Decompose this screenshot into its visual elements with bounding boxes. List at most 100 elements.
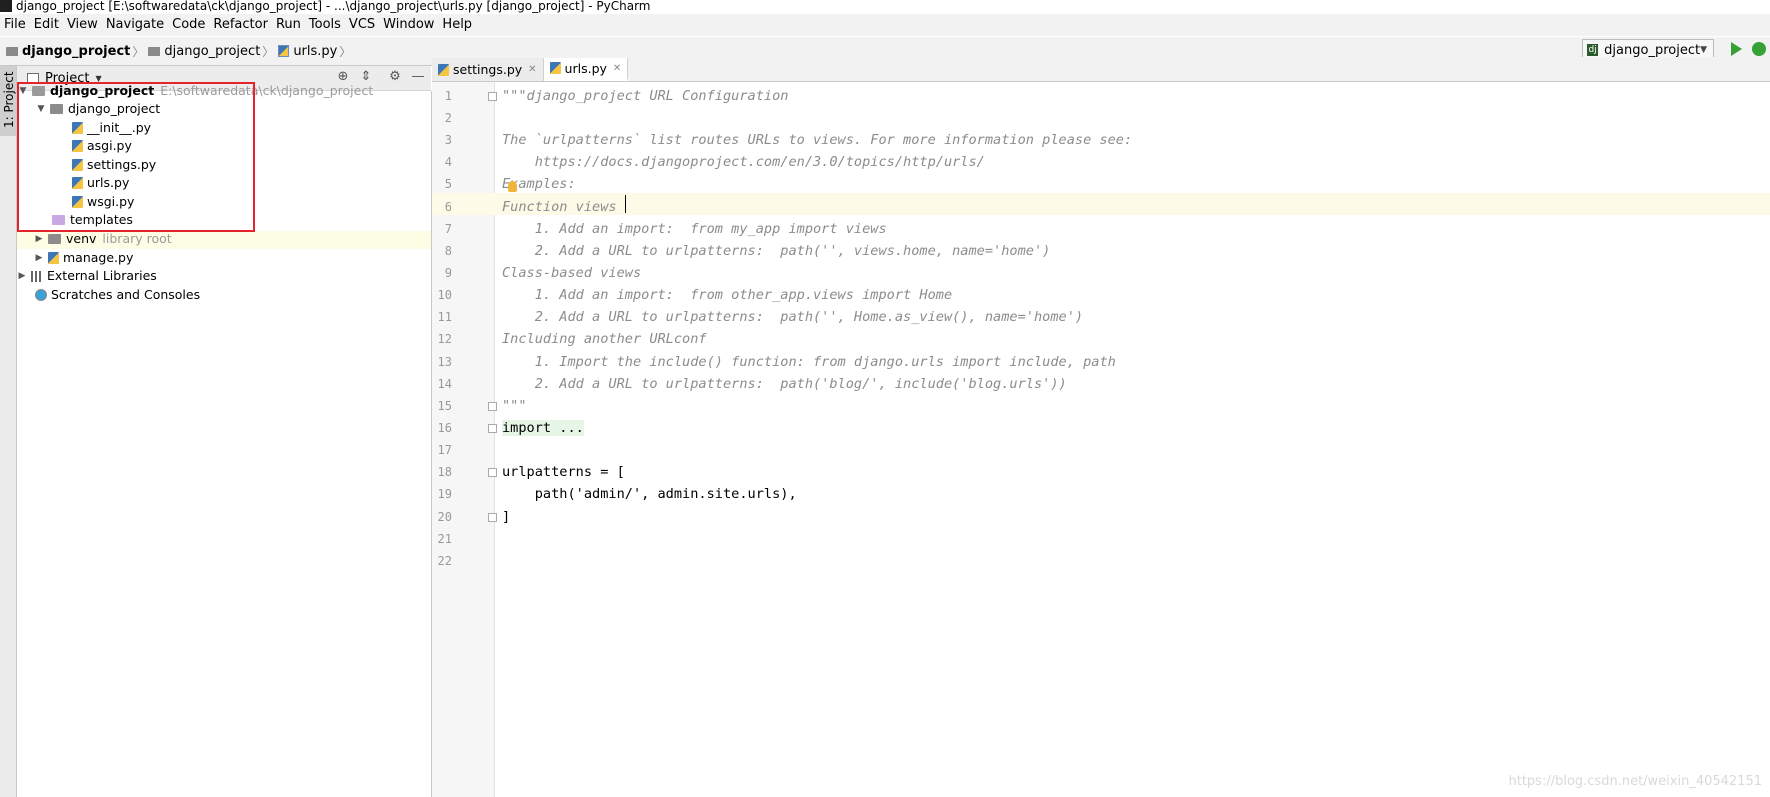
line-number: 5 xyxy=(444,177,452,191)
chevron-down-icon: ▼ xyxy=(1700,45,1707,55)
line-number: 18 xyxy=(437,465,452,479)
line-number: 17 xyxy=(437,443,452,457)
close-icon[interactable]: ✕ xyxy=(613,63,621,74)
python-file-icon xyxy=(72,122,83,134)
collapsed-arrow-icon[interactable]: ▶ xyxy=(34,249,44,267)
code-line: """django_project URL Configuration xyxy=(502,88,789,104)
code-line: 1. Add an import: from other_app.views i… xyxy=(502,287,953,303)
line-number: 15 xyxy=(437,399,452,413)
line-number: 20 xyxy=(437,510,452,524)
run-icon[interactable] xyxy=(1731,42,1742,56)
menu-edit[interactable]: Edit xyxy=(30,14,63,36)
python-file-icon xyxy=(72,177,83,189)
menu-view[interactable]: View xyxy=(63,14,102,36)
tree-item-templates[interactable]: templates xyxy=(52,211,133,229)
tree-item-manage[interactable]: ▶ manage.py xyxy=(34,249,134,267)
line-number: 21 xyxy=(437,532,452,546)
tab-settings-py[interactable]: settings.py ✕ xyxy=(432,58,544,81)
tree-item-file[interactable]: __init__.py xyxy=(72,119,151,137)
debug-icon[interactable] xyxy=(1752,42,1766,56)
package-folder-icon xyxy=(50,104,63,114)
code-line: Including another URLconf xyxy=(502,331,707,347)
expanded-arrow-icon[interactable]: ▼ xyxy=(18,82,28,100)
watermark: https://blog.csdn.net/weixin_40542151 xyxy=(1508,774,1762,789)
code-editor[interactable] xyxy=(495,82,1770,797)
collapsed-arrow-icon[interactable]: ▶ xyxy=(17,267,27,285)
python-file-icon xyxy=(278,45,290,57)
breadcrumb-file[interactable]: urls.py 〉 xyxy=(278,43,355,60)
expand-fold-icon[interactable] xyxy=(488,424,497,433)
code-line: ] xyxy=(502,509,511,525)
tree-item-root[interactable]: ▼ django_project E:\softwaredata\ck\djan… xyxy=(18,82,374,100)
current-line-highlight xyxy=(432,193,1770,215)
folded-imports[interactable]: import ... xyxy=(502,420,584,436)
menu-code[interactable]: Code xyxy=(168,14,209,36)
window-title-bar: django_project [E:\softwaredata\ck\djang… xyxy=(0,0,1770,14)
code-line: Function views xyxy=(502,199,617,215)
collapsed-arrow-icon[interactable]: ▶ xyxy=(34,230,44,248)
menu-run[interactable]: Run xyxy=(272,14,305,36)
python-file-icon xyxy=(549,62,561,74)
hide-icon[interactable]: — xyxy=(411,70,425,84)
tab-urls-py[interactable]: urls.py ✕ xyxy=(543,58,629,81)
menu-window[interactable]: Window xyxy=(379,14,438,36)
tree-item-file[interactable]: wsgi.py xyxy=(72,193,134,211)
text-caret xyxy=(625,195,626,213)
fold-marker-icon[interactable] xyxy=(488,402,497,411)
pycharm-icon xyxy=(0,0,12,12)
gear-icon[interactable]: ⚙ xyxy=(388,70,402,84)
folder-icon xyxy=(148,46,161,56)
tree-item-file[interactable]: settings.py xyxy=(72,156,156,174)
templates-folder-icon xyxy=(52,215,65,225)
menu-navigate[interactable]: Navigate xyxy=(102,14,168,36)
code-line: 1. Import the include() function: from d… xyxy=(502,354,1116,370)
line-number: 3 xyxy=(444,133,452,147)
menu-bar: File Edit View Navigate Code Refactor Ru… xyxy=(0,14,1770,36)
line-number: 13 xyxy=(437,355,452,369)
menu-refactor[interactable]: Refactor xyxy=(209,14,272,36)
chevron-right-icon: 〉 xyxy=(339,44,352,59)
tree-item-file[interactable]: asgi.py xyxy=(72,137,132,155)
python-file-icon xyxy=(72,196,83,208)
chevron-right-icon: 〉 xyxy=(262,44,275,59)
django-icon: dj xyxy=(1587,44,1599,56)
tree-item-venv[interactable]: ▶ venv library root xyxy=(34,230,172,248)
folder-icon xyxy=(32,86,45,96)
line-number: 22 xyxy=(437,554,452,568)
menu-tools[interactable]: Tools xyxy=(305,14,345,36)
code-line: https://docs.djangoproject.com/en/3.0/to… xyxy=(502,154,985,170)
tool-window-strip xyxy=(0,66,17,797)
python-file-icon xyxy=(72,159,83,171)
line-number: 9 xyxy=(444,266,452,280)
menu-file[interactable]: File xyxy=(0,14,30,36)
code-line: path('admin/', admin.site.urls), xyxy=(502,486,797,502)
menu-vcs[interactable]: VCS xyxy=(345,14,379,36)
tree-item-package[interactable]: ▼ django_project xyxy=(36,100,161,118)
libraries-icon xyxy=(31,270,43,282)
python-file-icon xyxy=(72,140,83,152)
expanded-arrow-icon[interactable]: ▼ xyxy=(36,100,46,118)
breadcrumb-project[interactable]: django_project 〉 xyxy=(6,43,148,60)
line-number: 6 xyxy=(444,200,452,214)
tree-item-external-libraries[interactable]: ▶ External Libraries xyxy=(17,267,157,285)
fold-marker-icon[interactable] xyxy=(488,92,497,101)
window-title: django_project [E:\softwaredata\ck\djang… xyxy=(16,0,651,13)
folder-icon xyxy=(48,234,61,244)
project-tool-tab[interactable]: 1: Project xyxy=(0,66,16,136)
python-file-icon xyxy=(438,63,449,76)
code-line: 2. Add a URL to urlpatterns: path('blog/… xyxy=(502,376,1067,392)
tree-item-scratches[interactable]: Scratches and Consoles xyxy=(35,286,200,304)
breadcrumb-package[interactable]: django_project 〉 xyxy=(148,43,278,60)
fold-marker-icon[interactable] xyxy=(488,468,497,477)
code-line: """ xyxy=(502,398,527,414)
line-number: 19 xyxy=(437,487,452,501)
fold-marker-icon[interactable] xyxy=(488,513,497,522)
lightbulb-icon[interactable] xyxy=(508,181,517,192)
close-icon[interactable]: ✕ xyxy=(528,64,536,75)
line-number: 12 xyxy=(437,332,452,346)
tree-item-file[interactable]: urls.py xyxy=(72,174,129,192)
editor-tabs: settings.py ✕ urls.py ✕ xyxy=(432,57,1770,82)
line-number: 14 xyxy=(437,377,452,391)
menu-help[interactable]: Help xyxy=(438,14,476,36)
code-line: Class-based views xyxy=(502,265,642,281)
